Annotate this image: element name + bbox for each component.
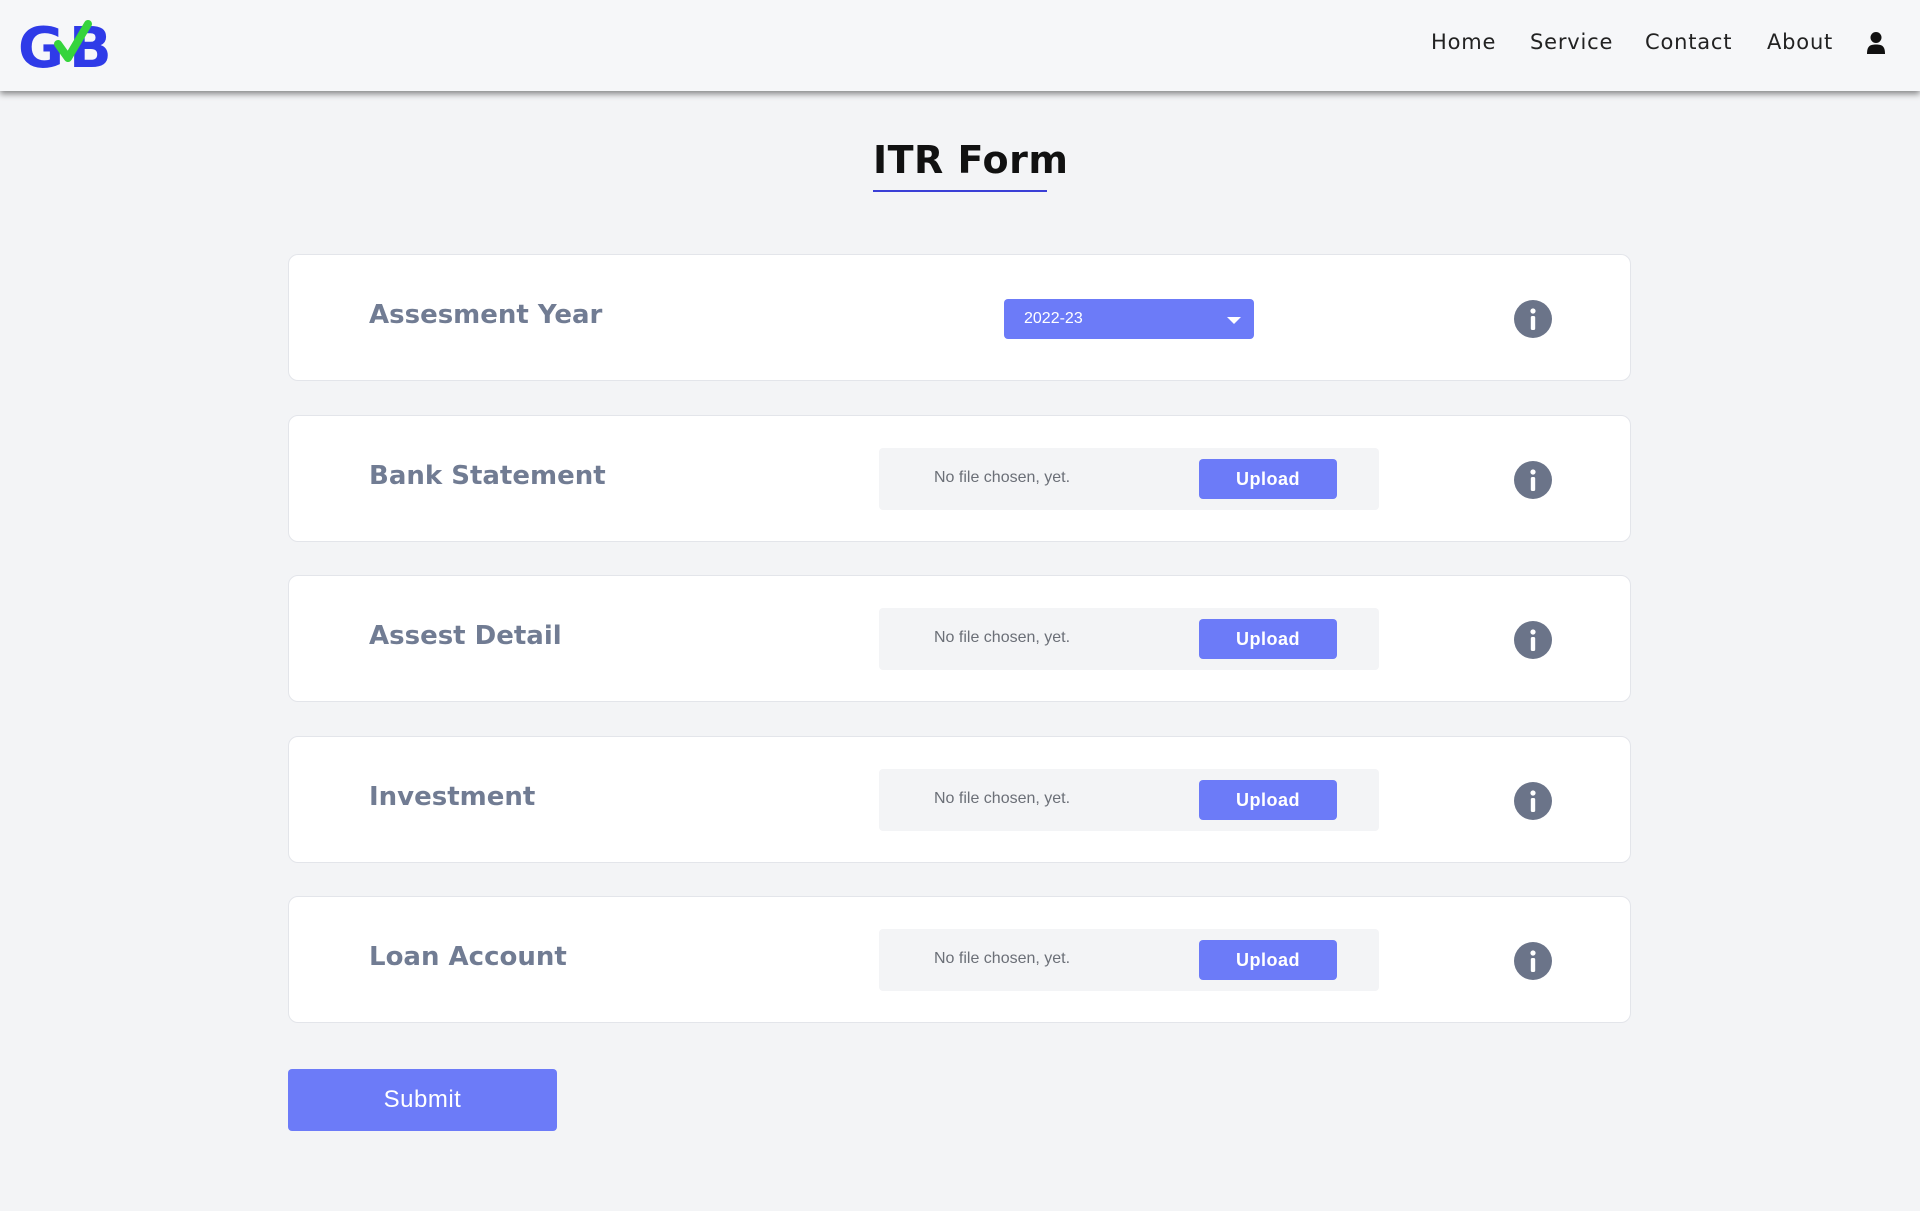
file-upload-field: No file chosen, yet. Upload (879, 448, 1379, 510)
upload-button[interactable]: Upload (1199, 940, 1337, 980)
upload-button[interactable]: Upload (1199, 780, 1337, 820)
info-icon[interactable] (1514, 300, 1552, 338)
file-status-text: No file chosen, yet. (934, 469, 1071, 486)
assessment-year-value: 2022-23 (1024, 310, 1083, 327)
file-upload-field: No file chosen, yet. Upload (879, 608, 1379, 670)
file-status-text: No file chosen, yet. (934, 790, 1071, 807)
loan-account-card: Loan Account No file chosen, yet. Upload (288, 896, 1631, 1023)
gb-logo[interactable]: G B (18, 14, 116, 74)
assessment-year-card: Assesment Year 2022-23 (288, 254, 1631, 381)
upload-button[interactable]: Upload (1199, 459, 1337, 499)
file-status-text: No file chosen, yet. (934, 950, 1071, 967)
asset-detail-card: Assest Detail No file chosen, yet. Uploa… (288, 575, 1631, 702)
nav-contact[interactable]: Contact (1645, 30, 1732, 54)
chevron-down-icon (1227, 317, 1241, 324)
submit-button[interactable]: Submit (288, 1069, 557, 1131)
asset-detail-label: Assest Detail (369, 621, 562, 651)
file-upload-field: No file chosen, yet. Upload (879, 769, 1379, 831)
nav-about[interactable]: About (1767, 30, 1833, 54)
title-underline (873, 190, 1047, 192)
file-upload-field: No file chosen, yet. Upload (879, 929, 1379, 991)
assessment-year-label: Assesment Year (369, 300, 603, 330)
nav-home[interactable]: Home (1431, 30, 1496, 54)
page-title: ITR Form (873, 138, 1069, 182)
info-icon[interactable] (1514, 621, 1552, 659)
investment-card: Investment No file chosen, yet. Upload (288, 736, 1631, 863)
file-status-text: No file chosen, yet. (934, 629, 1071, 646)
bank-statement-label: Bank Statement (369, 461, 606, 491)
investment-label: Investment (369, 782, 536, 812)
loan-account-label: Loan Account (369, 942, 567, 972)
assessment-year-select[interactable]: 2022-23 (1004, 299, 1254, 339)
user-icon[interactable] (1866, 31, 1886, 55)
nav-service[interactable]: Service (1530, 30, 1613, 54)
info-icon[interactable] (1514, 782, 1552, 820)
info-icon[interactable] (1514, 942, 1552, 980)
info-icon[interactable] (1514, 461, 1552, 499)
bank-statement-card: Bank Statement No file chosen, yet. Uplo… (288, 415, 1631, 542)
upload-button[interactable]: Upload (1199, 619, 1337, 659)
navbar: G B Home Service Contact About (0, 0, 1920, 91)
